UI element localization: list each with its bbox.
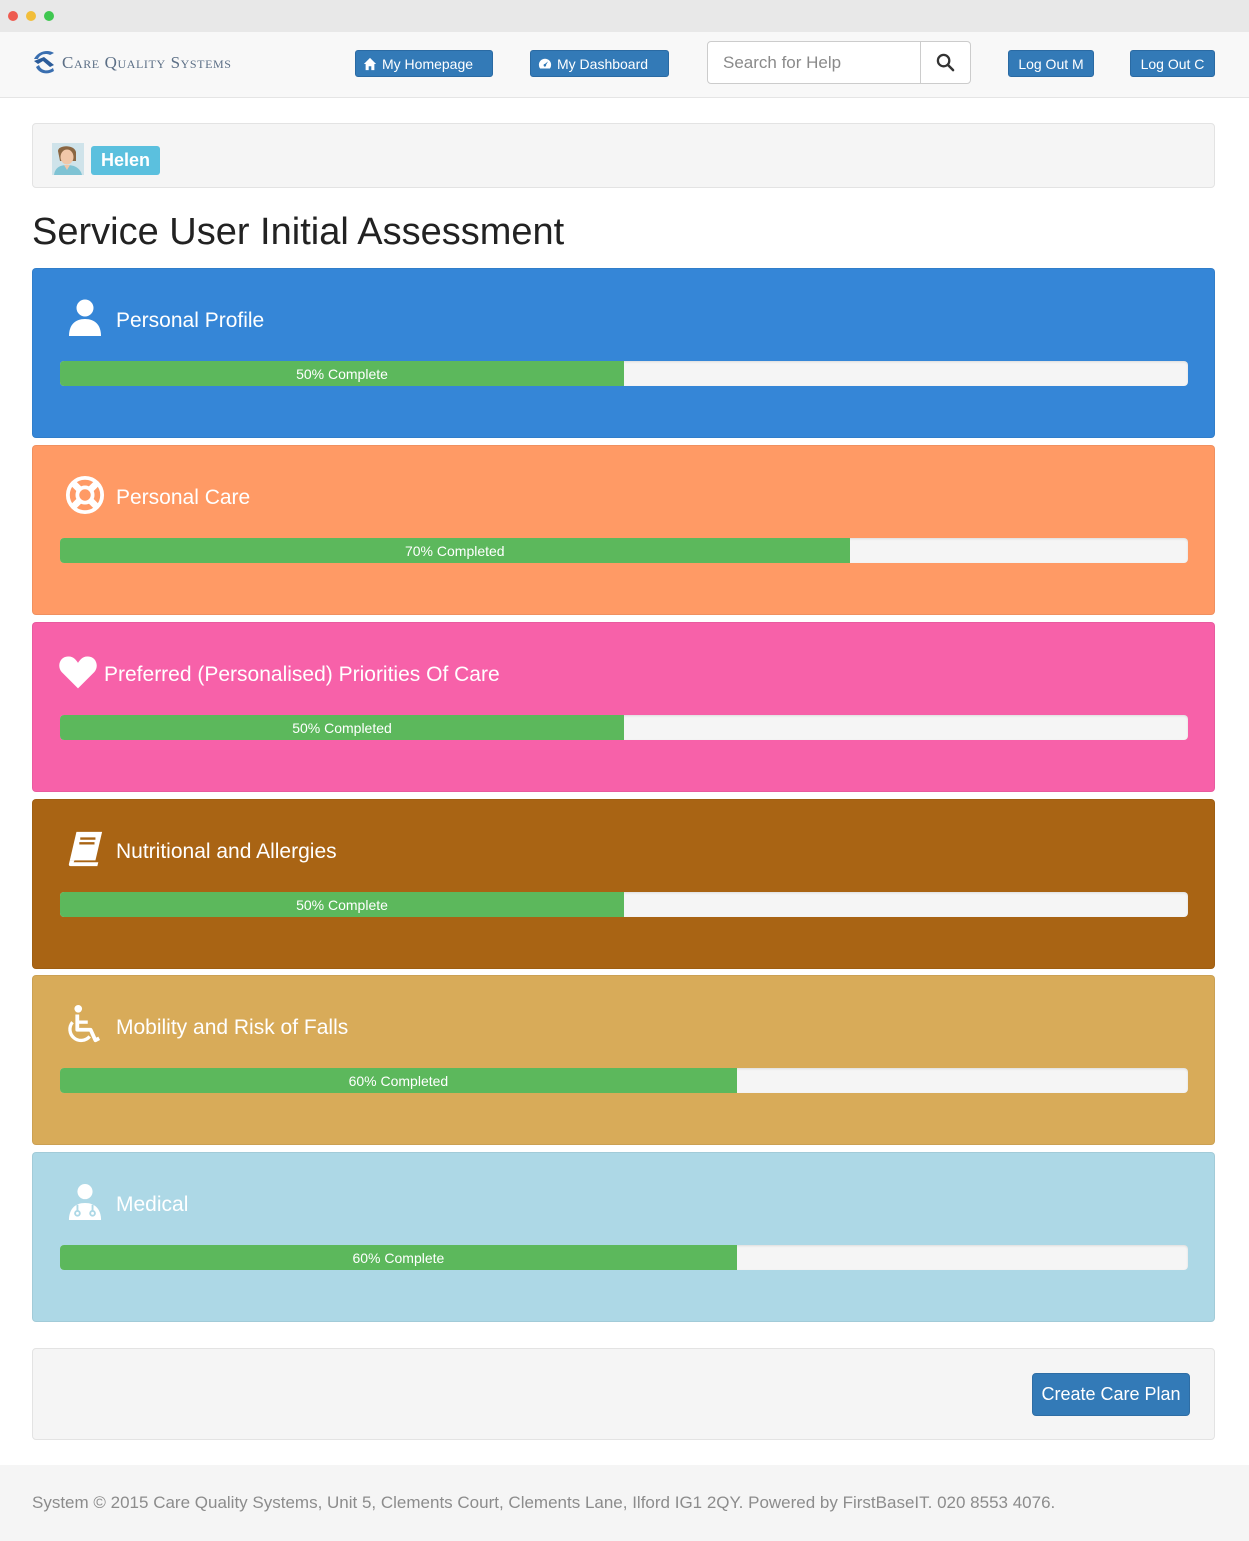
progress-bar: 50% Complete <box>60 361 624 386</box>
actions-bar: Create Care Plan <box>32 1348 1215 1440</box>
progress-track: 50% Complete <box>60 892 1188 917</box>
brand-logo[interactable]: Care Quality Systems <box>30 48 232 78</box>
dashboard-icon <box>538 58 552 69</box>
progress-track: 60% Complete <box>60 1245 1188 1270</box>
wheelchair-icon <box>63 1002 103 1048</box>
panel-title: Mobility and Risk of Falls <box>116 1016 349 1039</box>
progress-bar: 70% Completed <box>60 538 850 563</box>
log-out-m-button[interactable]: Log Out M <box>1008 50 1094 77</box>
page-footer: System © 2015 Care Quality Systems, Unit… <box>0 1465 1249 1541</box>
progress-track: 50% Complete <box>60 361 1188 386</box>
create-care-plan-button[interactable]: Create Care Plan <box>1032 1373 1190 1416</box>
progress-bar: 50% Complete <box>60 892 624 917</box>
close-window-button[interactable] <box>8 11 18 21</box>
user-avatar[interactable] <box>52 143 84 175</box>
window-titlebar <box>0 0 1249 32</box>
user-icon <box>65 295 105 341</box>
user-bar: Helen <box>32 123 1215 188</box>
progress-track: 70% Completed <box>60 538 1188 563</box>
home-icon <box>363 57 377 70</box>
doctor-icon <box>65 1179 105 1225</box>
panel-mobility-falls[interactable]: Mobility and Risk of Falls 60% Completed <box>32 975 1215 1145</box>
my-dashboard-label: My Dashboard <box>557 55 649 72</box>
panel-title: Preferred (Personalised) Priorities Of C… <box>104 663 500 686</box>
panel-personal-care[interactable]: Personal Care 70% Completed <box>32 445 1215 615</box>
log-out-c-button[interactable]: Log Out C <box>1130 50 1215 77</box>
progress-bar: 60% Complete <box>60 1245 737 1270</box>
life-ring-icon <box>65 472 105 518</box>
progress-track: 60% Completed <box>60 1068 1188 1093</box>
my-dashboard-button[interactable]: My Dashboard <box>530 50 669 77</box>
progress-track: 50% Completed <box>60 715 1188 740</box>
maximize-window-button[interactable] <box>44 11 54 21</box>
panel-title: Personal Care <box>116 486 251 509</box>
panel-nutritional-allergies[interactable]: Nutritional and Allergies 50% Complete <box>32 799 1215 969</box>
footer-text: System © 2015 Care Quality Systems, Unit… <box>32 1493 1056 1512</box>
search-help-input[interactable] <box>707 41 921 84</box>
panel-personal-profile[interactable]: Personal Profile 50% Complete <box>32 268 1215 438</box>
book-icon <box>65 826 105 872</box>
panel-medical[interactable]: Medical 60% Complete <box>32 1152 1215 1322</box>
heart-icon <box>58 649 98 695</box>
panel-preferred-priorities[interactable]: Preferred (Personalised) Priorities Of C… <box>32 622 1215 792</box>
user-name-label[interactable]: Helen <box>91 146 161 175</box>
brand-name: Care Quality Systems <box>62 53 232 72</box>
progress-bar: 50% Completed <box>60 715 624 740</box>
page-title: Service User Initial Assessment <box>32 211 565 253</box>
panel-title: Personal Profile <box>116 309 265 332</box>
panel-title: Medical <box>116 1193 189 1216</box>
progress-bar: 60% Completed <box>60 1068 737 1093</box>
logo-icon <box>30 47 58 80</box>
search-button[interactable] <box>920 41 971 84</box>
my-homepage-label: My Homepage <box>382 55 474 72</box>
top-navbar: Care Quality Systems My Homepage My Dash… <box>0 32 1249 98</box>
search-icon <box>936 53 955 72</box>
minimize-window-button[interactable] <box>26 11 36 21</box>
my-homepage-button[interactable]: My Homepage <box>355 50 493 77</box>
panel-title: Nutritional and Allergies <box>116 840 337 863</box>
